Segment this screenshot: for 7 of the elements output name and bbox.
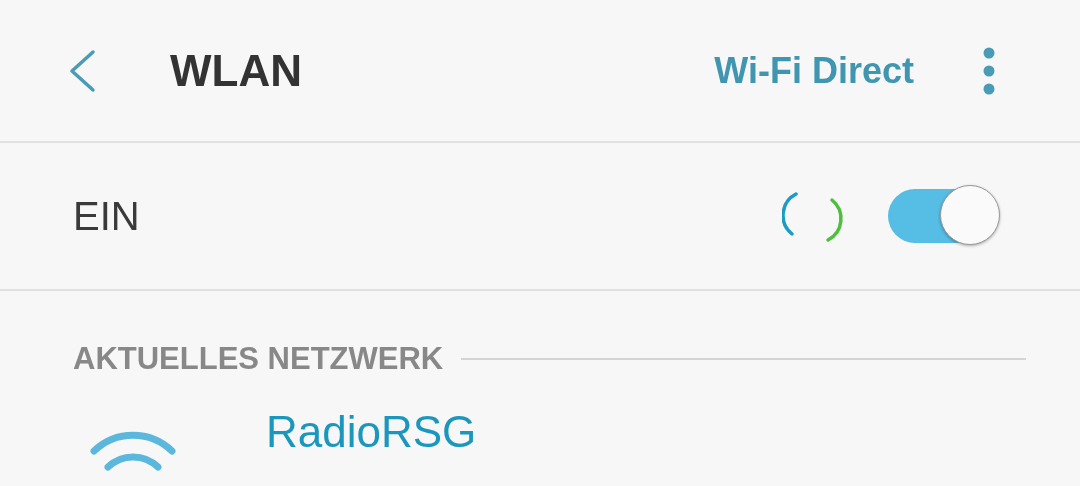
switch-label: EIN bbox=[73, 193, 140, 239]
more-options-icon[interactable] bbox=[982, 46, 996, 95]
section-header: AKTUELLES NETZWERK bbox=[73, 341, 444, 377]
back-icon[interactable] bbox=[68, 48, 96, 93]
network-name[interactable]: RadioRSG bbox=[266, 407, 477, 457]
wifi-direct-button[interactable]: Wi-Fi Direct bbox=[714, 49, 914, 92]
page-title: WLAN bbox=[170, 45, 302, 96]
